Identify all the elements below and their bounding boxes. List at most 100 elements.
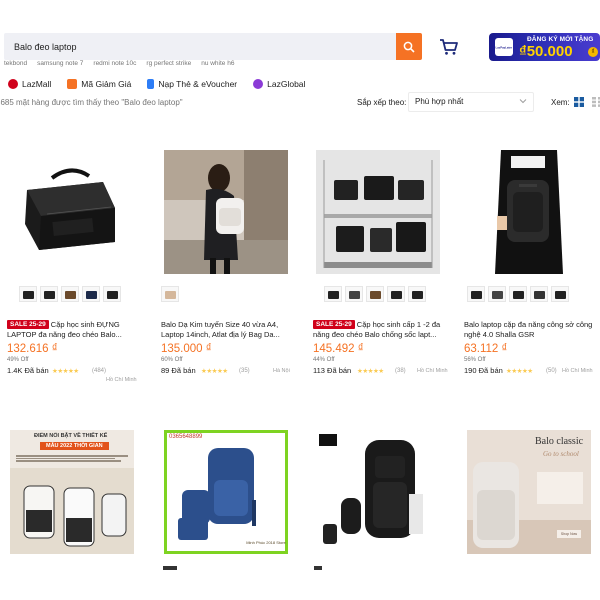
- product-image[interactable]: 0365648899 Minh Phúc 2018 Store: [164, 430, 288, 554]
- review-count: (50): [546, 368, 557, 374]
- search-header: LazPayLater ĐĂNG KÝ MỚI TẶNG ₫50.000 ₫: [0, 33, 600, 61]
- product-image[interactable]: [467, 150, 591, 274]
- girl-backpack-image: [164, 150, 288, 274]
- review-count: (38): [395, 368, 406, 374]
- suggestion-link[interactable]: samsung note 7: [37, 60, 83, 70]
- variant-thumb[interactable]: [530, 286, 548, 302]
- lazpaylater-logo-text: LazPayLater: [495, 45, 513, 49]
- cart-button[interactable]: [438, 36, 460, 58]
- product-title[interactable]: SALE 25-29 Cặp học sinh ĐỰNG LAPTOP đa nă…: [7, 320, 137, 340]
- product-location: Hà Nội: [273, 368, 290, 374]
- variant-thumb[interactable]: [488, 286, 506, 302]
- product-location: Hồ Chí Minh: [417, 368, 448, 374]
- rating-stars: ★★★★★: [52, 368, 79, 375]
- suggestion-link[interactable]: rg perfect strike: [146, 60, 191, 70]
- product-card[interactable]: Balo laptop cặp đa năng công sở công ngh…: [464, 150, 600, 400]
- product-title[interactable]: Balo laptop cặp đa năng công sở công ngh…: [464, 320, 594, 340]
- product-image[interactable]: [315, 430, 439, 554]
- sale-badge: SALE 25-29: [313, 320, 355, 329]
- product-title[interactable]: Balo Dạ Kim tuyến Size 40 vừa A4, Laptop…: [161, 320, 291, 340]
- rating-stars: ★★★★★: [201, 368, 228, 375]
- product-title-text: Balo Dạ Kim tuyến Size 40 vừa A4, Laptop…: [161, 320, 280, 339]
- lazpaylater-logo: LazPayLater: [495, 38, 513, 56]
- variant-thumbnails: [161, 286, 179, 302]
- variant-thumb[interactable]: [61, 286, 79, 302]
- suggestion-link[interactable]: nu white h6: [201, 60, 234, 70]
- rating-stars: ★★★★★: [357, 368, 384, 375]
- variant-thumb[interactable]: [387, 286, 405, 302]
- search-input[interactable]: [4, 33, 396, 60]
- product-price: 132.616 ₫: [7, 343, 58, 355]
- voucher-icon: [67, 79, 78, 89]
- category-bar: LazMall Mã Giảm Giá Nạp Thẻ & eVoucher L…: [8, 77, 321, 91]
- list-view-icon[interactable]: [592, 97, 600, 107]
- product-image[interactable]: ĐIỂM NỔI BẬT VỀ THIẾT KẾ MẪU 2022 THỜI G…: [10, 430, 134, 554]
- promo-banner[interactable]: LazPayLater ĐĂNG KÝ MỚI TẶNG ₫50.000 ₫: [489, 33, 600, 61]
- product-discount: 44% Off: [313, 357, 335, 363]
- topup-icon: [147, 79, 155, 89]
- variant-thumb[interactable]: [467, 286, 485, 302]
- product-discount: 60% Off: [161, 357, 183, 363]
- product-sold: 113 Đã bán: [313, 366, 352, 375]
- blue-backpack-set-image: [164, 430, 288, 554]
- banner-script: Go to school: [543, 450, 579, 458]
- result-count: 3685 mặt hàng được tìm thấy theo "Balo đ…: [0, 98, 183, 107]
- product-image[interactable]: [7, 150, 131, 274]
- grid-view-icon[interactable]: [574, 97, 584, 107]
- category-lazglobal[interactable]: LazGlobal: [253, 79, 305, 89]
- search-box[interactable]: [4, 33, 396, 60]
- promo-title: ĐĂNG KÝ MỚI TẶNG: [527, 36, 594, 43]
- coin-icon: ₫: [588, 47, 598, 57]
- black-backpack-set-image: [315, 430, 439, 554]
- variant-thumb[interactable]: [324, 286, 342, 302]
- category-voucher[interactable]: Mã Giảm Giá: [67, 79, 131, 89]
- variant-thumb[interactable]: [40, 286, 58, 302]
- variant-thumb[interactable]: [19, 286, 37, 302]
- product-card[interactable]: SALE 25-29 Cặp học sinh cấp 1 -2 đa năng …: [313, 150, 453, 400]
- banner-title: Balo classic: [535, 436, 584, 447]
- category-label: LazMall: [22, 79, 52, 89]
- product-image[interactable]: [164, 150, 288, 274]
- variant-thumb[interactable]: [408, 286, 426, 302]
- banner-subheading: MẪU 2022 THỜI GIAN: [40, 442, 109, 450]
- category-lazmall[interactable]: LazMall: [8, 79, 51, 89]
- product-image[interactable]: Balo classic Go to school Shop Now: [467, 430, 591, 554]
- variant-thumb[interactable]: [509, 286, 527, 302]
- variant-thumbnails: [324, 286, 426, 302]
- category-label: Mã Giảm Giá: [81, 79, 132, 89]
- shop-now-button[interactable]: Shop Now: [557, 530, 581, 538]
- product-title[interactable]: SALE 25-29 Cặp học sinh cấp 1 -2 đa năng …: [313, 320, 443, 340]
- cart-icon: [440, 39, 458, 55]
- sale-badge: SALE 25-29: [7, 320, 49, 329]
- variant-thumb[interactable]: [161, 286, 179, 302]
- category-topup[interactable]: Nạp Thẻ & eVoucher: [147, 79, 237, 89]
- product-sold: 190 Đã bán: [464, 366, 503, 375]
- sort-dropdown[interactable]: Phù hợp nhất: [408, 92, 534, 112]
- suggestion-link[interactable]: tekbond: [4, 60, 27, 70]
- sort-label: Sắp xếp theo:: [357, 98, 407, 107]
- search-button[interactable]: [396, 33, 422, 60]
- sort-value: Phù hợp nhất: [415, 97, 464, 106]
- product-location: Hồ Chí Minh: [562, 368, 593, 374]
- variant-thumb[interactable]: [366, 286, 384, 302]
- shop-phone: 0365648899: [169, 434, 203, 440]
- review-count: (35): [239, 368, 250, 374]
- product-title-text: Balo laptop cặp đa năng công sở công ngh…: [464, 320, 593, 339]
- product-card[interactable]: Balo Dạ Kim tuyến Size 40 vừa A4, Laptop…: [161, 150, 301, 400]
- variant-thumb[interactable]: [82, 286, 100, 302]
- category-label: Nạp Thẻ & eVoucher: [158, 79, 238, 89]
- variant-thumb[interactable]: [345, 286, 363, 302]
- category-label: LazGlobal: [267, 79, 306, 89]
- shop-stamp: Minh Phúc 2018 Store: [246, 540, 286, 545]
- next-row-preview: [163, 566, 177, 570]
- variant-thumb[interactable]: [551, 286, 569, 302]
- suggestion-link[interactable]: redmi note 10c: [93, 60, 136, 70]
- rating-stars: ★★★★★: [506, 368, 533, 375]
- product-image[interactable]: [316, 150, 440, 274]
- bags-display-image: [316, 150, 440, 274]
- variant-thumb[interactable]: [103, 286, 121, 302]
- lazada-search-page: LazPayLater ĐĂNG KÝ MỚI TẶNG ₫50.000 ₫ t…: [0, 0, 600, 600]
- variant-thumbnails: [19, 286, 121, 302]
- banner-heading: ĐIỂM NỔI BẬT VỀ THIẾT KẾ: [34, 433, 108, 439]
- product-card[interactable]: SALE 25-29 Cặp học sinh ĐỰNG LAPTOP đa nă…: [7, 150, 147, 400]
